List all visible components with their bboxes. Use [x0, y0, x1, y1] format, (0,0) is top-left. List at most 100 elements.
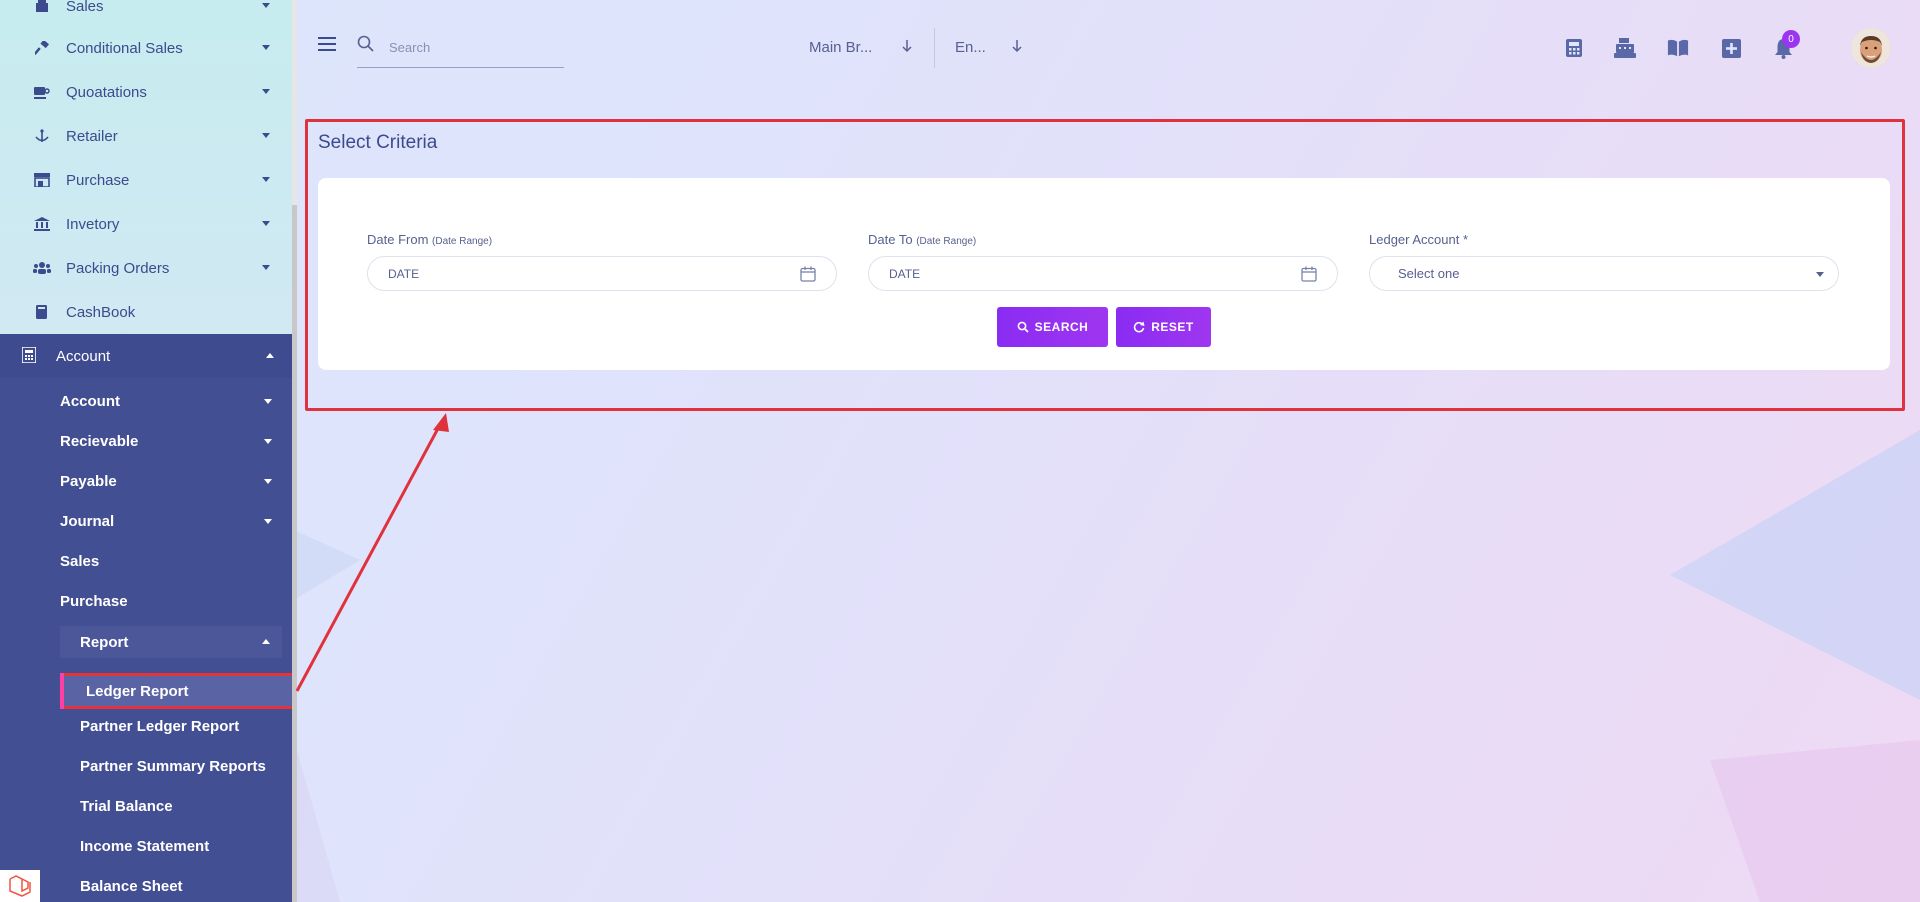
register-icon	[32, 0, 52, 16]
chevron-down-icon	[262, 133, 270, 138]
chevron-up-icon	[262, 639, 270, 644]
report-item-trial-balance[interactable]: Trial Balance	[80, 791, 173, 821]
avatar[interactable]	[1851, 28, 1891, 68]
search-button-label: SEARCH	[1034, 320, 1089, 334]
chevron-down-icon	[262, 45, 270, 50]
date-from-placeholder: DATE	[388, 266, 420, 281]
submenu-item-sales[interactable]: Sales	[60, 546, 99, 576]
page-title: Select Criteria	[318, 132, 438, 153]
sidebar-scrollbar-thumb[interactable]	[292, 205, 297, 902]
sidebar-item-sales[interactable]: Sales	[0, 0, 292, 28]
submenu-label: Payable	[60, 472, 117, 490]
report-item-income-statement[interactable]: Income Statement	[80, 831, 209, 861]
date-range-hint: (Date Range)	[432, 236, 493, 247]
date-to-label: Date To (Date Range)	[868, 232, 976, 247]
calendar-icon[interactable]	[1301, 266, 1317, 282]
report-item-balance-sheet[interactable]: Balance Sheet	[80, 871, 183, 901]
language-select[interactable]: En...	[955, 34, 1035, 60]
report-item-partner-ledger[interactable]: Partner Ledger Report	[80, 711, 239, 741]
search-input[interactable]	[389, 36, 559, 58]
search-box	[357, 32, 564, 68]
calendar-icon[interactable]	[800, 266, 816, 282]
sidebar: Sales Conditional Sales Quoatations Reta…	[0, 0, 294, 902]
submenu-item-report[interactable]: Report	[60, 626, 282, 658]
search-icon	[357, 35, 375, 58]
sidebar-item-label: Account	[56, 347, 111, 365]
chevron-down-icon	[262, 3, 270, 8]
search-button[interactable]: SEARCH	[997, 307, 1108, 347]
plus-square-icon[interactable]	[1720, 37, 1742, 59]
date-from-field[interactable]: DATE	[367, 256, 837, 291]
anchor-icon	[32, 126, 52, 146]
refresh-icon	[1133, 321, 1145, 333]
date-from-label: Date From (Date Range)	[367, 232, 492, 247]
submenu-item-journal[interactable]: Journal	[60, 506, 114, 536]
submenu-item-recievable[interactable]: Recievable	[60, 426, 138, 456]
chevron-down-icon	[1816, 272, 1824, 277]
sidebar-item-cashbook[interactable]: CashBook	[0, 290, 292, 334]
calculator-icon[interactable]	[1563, 37, 1585, 59]
ledger-account-label: Ledger Account *	[1369, 232, 1469, 247]
chevron-up-icon	[266, 353, 274, 358]
ledger-account-select[interactable]: Select one	[1369, 256, 1839, 291]
laravel-logo-icon	[0, 870, 40, 902]
sidebar-item-label: Packing Orders	[66, 259, 170, 277]
date-range-hint: (Date Range)	[916, 236, 977, 247]
chevron-down-icon	[264, 439, 272, 444]
submenu-label: Report	[80, 633, 129, 651]
ledger-account-value: Select one	[1398, 266, 1460, 281]
bank-icon	[32, 214, 52, 234]
sidebar-item-retailer[interactable]: Retailer	[0, 114, 292, 158]
menu-toggle-icon[interactable]	[318, 37, 336, 51]
calculator-icon	[21, 346, 40, 365]
arrow-down-icon	[1012, 40, 1022, 53]
hammer-icon	[32, 38, 52, 58]
reset-button[interactable]: RESET	[1116, 307, 1211, 347]
users-icon	[32, 258, 52, 278]
sidebar-item-label: Retailer	[66, 127, 118, 145]
submenu-label: Purchase	[60, 592, 128, 610]
sidebar-item-label: Conditional Sales	[66, 39, 183, 57]
branch-value: Main Br...	[809, 38, 873, 56]
store-icon	[32, 170, 52, 190]
reset-button-label: RESET	[1151, 320, 1194, 334]
chevron-down-icon	[264, 399, 272, 404]
sidebar-item-label: Purchase	[66, 171, 130, 189]
search-icon	[1017, 321, 1029, 333]
report-item-ledger-report[interactable]: Ledger Report	[60, 673, 294, 709]
notification-badge: 0	[1782, 30, 1800, 48]
sidebar-item-account[interactable]: Account	[0, 334, 292, 378]
sidebar-item-label: Sales	[66, 0, 104, 15]
date-to-label-text: Date To	[868, 232, 913, 247]
chevron-down-icon	[262, 221, 270, 226]
cash-register-icon[interactable]	[1614, 37, 1636, 59]
book-open-icon[interactable]	[1667, 37, 1689, 59]
arrow-down-icon	[902, 40, 912, 53]
chevron-down-icon	[262, 265, 270, 270]
sidebar-item-inventory[interactable]: Invetory	[0, 202, 292, 246]
sidebar-item-quotations[interactable]: Quoatations	[0, 70, 292, 114]
sidebar-item-packing-orders[interactable]: Packing Orders	[0, 246, 292, 290]
submenu-label: Account	[60, 392, 120, 410]
branch-select[interactable]: Main Br...	[809, 34, 919, 60]
submenu-label: Recievable	[60, 432, 139, 450]
chevron-down-icon	[264, 519, 272, 524]
language-value: En...	[955, 38, 986, 56]
book-icon	[32, 302, 52, 322]
submenu-item-account[interactable]: Account	[60, 386, 120, 416]
sidebar-item-conditional-sales[interactable]: Conditional Sales	[0, 26, 292, 70]
date-to-field[interactable]: DATE	[868, 256, 1338, 291]
sidebar-item-label: Invetory	[66, 215, 120, 233]
submenu-item-payable[interactable]: Payable	[60, 466, 117, 496]
report-item-label: Partner Summary Reports	[80, 757, 266, 775]
report-item-partner-summary[interactable]: Partner Summary Reports	[80, 751, 266, 781]
submenu-item-purchase[interactable]: Purchase	[60, 586, 128, 616]
report-item-label: Ledger Report	[86, 682, 189, 700]
date-to-placeholder: DATE	[889, 266, 921, 281]
submenu-label: Sales	[60, 552, 100, 570]
coffee-icon	[32, 82, 52, 102]
sidebar-item-purchase[interactable]: Purchase	[0, 158, 292, 202]
report-item-label: Income Statement	[80, 837, 210, 855]
report-item-label: Balance Sheet	[80, 877, 183, 895]
chevron-down-icon	[262, 177, 270, 182]
